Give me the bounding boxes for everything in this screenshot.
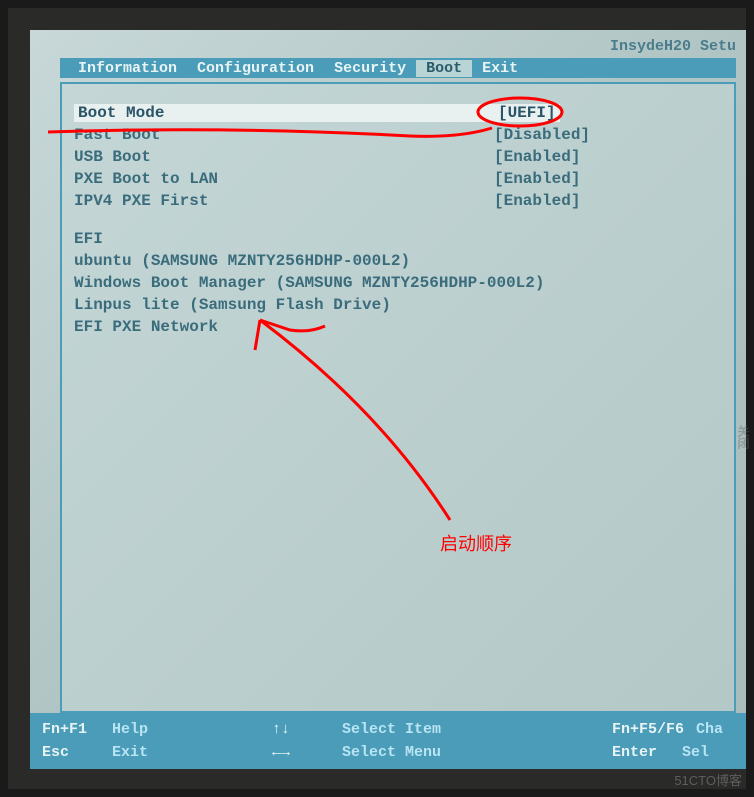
- setting-ipv4-pxe[interactable]: IPV4 PXE First [Enabled]: [74, 192, 722, 210]
- tab-boot[interactable]: Boot: [416, 60, 472, 77]
- boot-entry-efi-pxe[interactable]: EFI PXE Network: [74, 318, 722, 336]
- action-label: Select Menu: [342, 744, 441, 761]
- key-label: ←→: [272, 744, 330, 761]
- action-label: Help: [112, 721, 148, 738]
- boot-entry-windows[interactable]: Windows Boot Manager (SAMSUNG MZNTY256HD…: [74, 274, 722, 292]
- tab-exit[interactable]: Exit: [472, 60, 528, 77]
- setting-boot-mode[interactable]: Boot Mode [UEFI]: [74, 104, 722, 122]
- setting-value: [Enabled]: [494, 192, 580, 210]
- content-pane: Boot Mode [UEFI] Fast Boot [Disabled] US…: [60, 82, 736, 713]
- setting-label: IPV4 PXE First: [74, 192, 494, 210]
- tab-security[interactable]: Security: [324, 60, 416, 77]
- key-label: Fn+F5/F6: [612, 721, 684, 738]
- efi-section-header: EFI: [74, 230, 722, 248]
- action-label: Exit: [112, 744, 148, 761]
- watermark: 51CTO博客: [674, 770, 742, 789]
- setting-value: [Disabled]: [494, 126, 590, 144]
- bios-screen: InsydeH20 Setu Information Configuration…: [30, 30, 746, 769]
- footer-select-item: ↑↓ Select Item: [272, 721, 612, 738]
- footer-bar: Fn+F1 Help Esc Exit ↑↓ Select Item ←→ Se…: [30, 713, 746, 769]
- action-label: Cha: [696, 721, 723, 738]
- footer-exit: Esc Exit: [42, 744, 272, 761]
- setting-label: Boot Mode: [74, 104, 494, 122]
- setting-value: [UEFI]: [494, 104, 560, 122]
- footer-change: Fn+F5/F6 Cha: [612, 721, 734, 738]
- setting-fast-boot[interactable]: Fast Boot [Disabled]: [74, 126, 722, 144]
- side-label: 关闭: [735, 425, 752, 449]
- key-label: Enter: [612, 744, 670, 761]
- setting-usb-boot[interactable]: USB Boot [Enabled]: [74, 148, 722, 166]
- setting-label: USB Boot: [74, 148, 494, 166]
- tab-bar: Information Configuration Security Boot …: [60, 58, 736, 78]
- setting-label: PXE Boot to LAN: [74, 170, 494, 188]
- tab-configuration[interactable]: Configuration: [187, 60, 324, 77]
- setting-pxe-boot[interactable]: PXE Boot to LAN [Enabled]: [74, 170, 722, 188]
- setting-value: [Enabled]: [494, 170, 580, 188]
- bios-title: InsydeH20 Setu: [610, 38, 736, 55]
- key-label: ↑↓: [272, 721, 330, 738]
- key-label: Esc: [42, 744, 100, 761]
- tab-information[interactable]: Information: [68, 60, 187, 77]
- footer-help: Fn+F1 Help: [42, 721, 272, 738]
- boot-entry-ubuntu[interactable]: ubuntu (SAMSUNG MZNTY256HDHP-000L2): [74, 252, 722, 270]
- key-label: Fn+F1: [42, 721, 100, 738]
- setting-value: [Enabled]: [494, 148, 580, 166]
- boot-entry-linpus[interactable]: Linpus lite (Samsung Flash Drive): [74, 296, 722, 314]
- setting-label: Fast Boot: [74, 126, 494, 144]
- action-label: Select Item: [342, 721, 441, 738]
- footer-select-menu: ←→ Select Menu: [272, 744, 612, 761]
- action-label: Sel: [682, 744, 709, 761]
- footer-select: Enter Sel: [612, 744, 734, 761]
